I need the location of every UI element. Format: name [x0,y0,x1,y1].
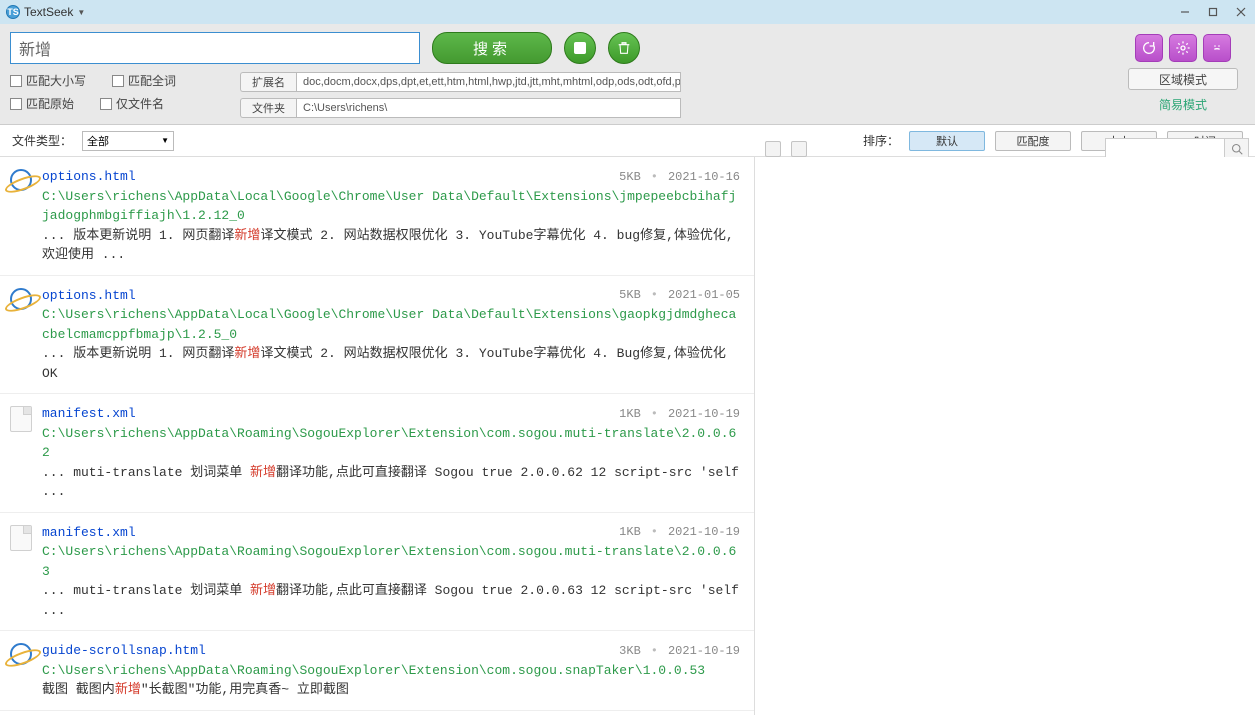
refresh-button[interactable] [1135,34,1163,62]
result-path: C:\Users\richens\AppData\Roaming\SogouEx… [42,661,740,681]
clear-button[interactable] [608,32,640,64]
gear-icon [1175,40,1191,56]
toolbar: 搜索 匹配大小写 匹配全词 匹配原始 仅文件名 扩展名 doc,do [0,24,1255,125]
result-meta: 5KB•2021-01-05 [619,286,740,304]
search-button[interactable]: 搜索 [432,32,552,64]
chevron-down-icon: ▼ [161,136,169,145]
result-snippet: 截图 截图内新增"长截图"功能,用完真香~ 立即截图 [42,680,740,700]
xml-icon [10,406,32,430]
help-icon [1209,40,1225,56]
result-meta: 1KB•2021-10-19 [619,405,740,423]
preview-doc-icon[interactable] [765,141,781,157]
filetype-value: 全部 [87,133,109,149]
result-path: C:\Users\richens\AppData\Roaming\SogouEx… [42,542,740,581]
result-item[interactable]: options.html 5KB•2021-01-05C:\Users\riche… [0,276,754,395]
titlebar: TS TextSeek ▼ [0,0,1255,24]
refresh-icon [1141,40,1157,56]
result-item[interactable]: guide.html2KB•2021-10-19C:\Users\richens… [0,711,754,715]
sort-match-button[interactable]: 匹配度 [995,131,1071,151]
result-title[interactable]: options.html [42,167,136,187]
filetype-label: 文件类型： [12,132,72,149]
simple-mode-link[interactable]: 简易模式 [1159,96,1207,113]
result-item[interactable]: guide-scrollsnap.html 3KB•2021-10-19C:\Us… [0,631,754,711]
checkbox-label: 仅文件名 [116,95,164,112]
ie-icon [10,288,32,312]
result-item[interactable]: options.html 5KB•2021-10-16C:\Users\riche… [0,157,754,276]
titlebar-dropdown-icon[interactable]: ▼ [77,8,85,17]
search-icon [1231,143,1243,155]
result-item[interactable]: manifest.xml 1KB•2021-10-19C:\Users\riche… [0,394,754,513]
result-snippet: ... muti-translate 划词菜单 新增翻译功能,点此可直接翻译 S… [42,463,740,502]
checkbox-filename-only[interactable]: 仅文件名 [100,95,164,112]
checkbox-match-case[interactable]: 匹配大小写 [10,72,86,89]
minimize-button[interactable] [1171,2,1199,22]
ext-label: 扩展名 [240,72,296,92]
app-title: TextSeek [24,5,73,19]
help-button[interactable] [1203,34,1231,62]
result-title[interactable]: manifest.xml [42,523,136,543]
stop-button[interactable] [564,32,596,64]
result-snippet: ... 版本更新说明 1. 网页翻译新增译文模式 2. 网站数据权限优化 3. … [42,344,740,383]
checkbox-label: 匹配大小写 [26,72,86,89]
result-meta: 5KB•2021-10-16 [619,168,740,186]
preview-folder-icon[interactable] [791,141,807,157]
checkbox-match-whole[interactable]: 匹配全词 [112,72,176,89]
settings-button[interactable] [1169,34,1197,62]
result-title[interactable]: options.html [42,286,136,306]
filetype-select[interactable]: 全部 ▼ [82,131,174,151]
app-icon: TS [6,5,20,19]
close-button[interactable] [1227,2,1255,22]
folder-value[interactable]: C:\Users\richens\ [296,98,681,118]
ie-icon [10,643,32,667]
result-path: C:\Users\richens\AppData\Local\Google\Ch… [42,305,740,344]
result-item[interactable]: manifest.xml 1KB•2021-10-19C:\Users\riche… [0,513,754,632]
result-meta: 3KB•2021-10-19 [619,642,740,660]
zone-mode-button[interactable]: 区域模式 [1128,68,1238,90]
trash-icon [616,40,632,56]
ie-icon [10,169,32,193]
preview-pane [755,157,1255,715]
result-title[interactable]: manifest.xml [42,404,136,424]
folder-label: 文件夹 [240,98,296,118]
maximize-button[interactable] [1199,2,1227,22]
results-list[interactable]: options.html5KB•2021-10-16C:\Users\riche… [0,157,755,715]
checkbox-match-prefix[interactable]: 匹配原始 [10,95,74,112]
xml-icon [10,525,32,549]
ext-value[interactable]: doc,docm,docx,dps,dpt,et,ett,htm,html,hw… [296,72,681,92]
result-snippet: ... muti-translate 划词菜单 新增翻译功能,点此可直接翻译 S… [42,581,740,620]
checkbox-label: 匹配全词 [128,72,176,89]
result-path: C:\Users\richens\AppData\Local\Google\Ch… [42,187,740,226]
sort-label: 排序： [863,132,899,149]
result-path: C:\Users\richens\AppData\Roaming\SogouEx… [42,424,740,463]
stop-icon [574,42,586,54]
result-meta: 1KB•2021-10-19 [619,523,740,541]
sort-default-button[interactable]: 默认 [909,131,985,151]
result-snippet: ... 版本更新说明 1. 网页翻译新增译文模式 2. 网站数据权限优化 3. … [42,226,740,265]
filter-bar: 文件类型： 全部 ▼ 排序： 默认 匹配度 大小 时间 [0,125,1255,157]
checkbox-label: 匹配原始 [26,95,74,112]
search-input[interactable] [10,32,420,64]
result-title[interactable]: guide-scrollsnap.html [42,641,206,661]
